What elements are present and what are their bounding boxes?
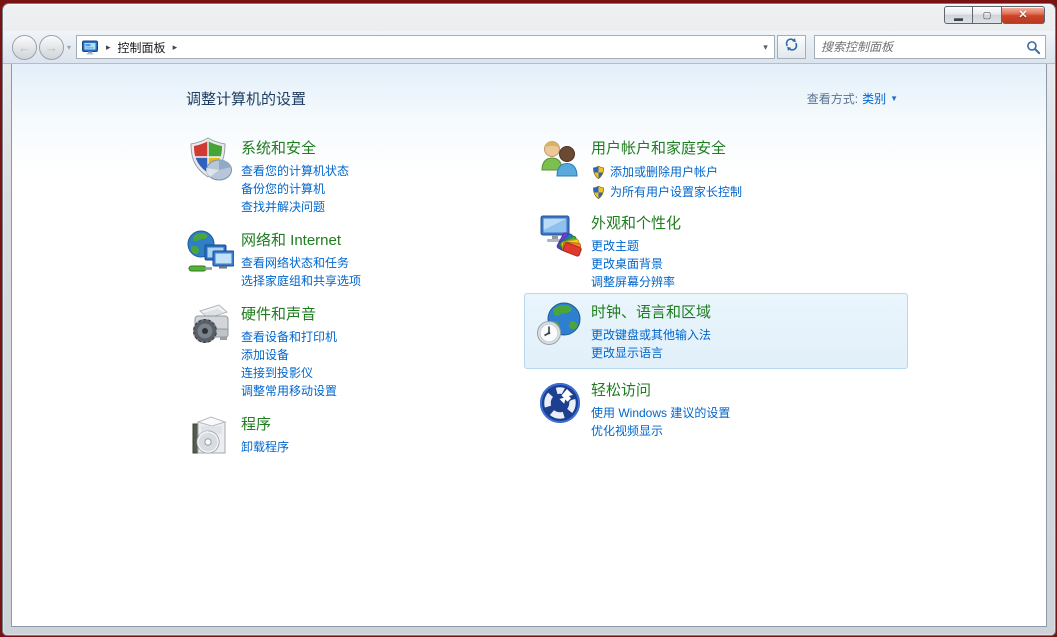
link-connect-projector[interactable]: 连接到投影仪 [241, 364, 337, 382]
content-area: 调整计算机的设置 查看方式: 类别 ▼ [11, 64, 1047, 627]
network-internet-icon[interactable] [186, 228, 234, 276]
ease-of-access-icon[interactable] [536, 378, 584, 426]
breadcrumb-arrow-icon[interactable]: ▸ [106, 42, 111, 53]
link-label: 为所有用户设置家长控制 [610, 182, 742, 202]
maximize-icon: ▢ [983, 11, 992, 20]
address-bar[interactable]: ▸ 控制面板 ▸ ▾ [76, 35, 775, 59]
control-panel-icon [81, 39, 99, 55]
search-icon [1021, 40, 1045, 55]
category-title-ease-of-access[interactable]: 轻松访问 [591, 379, 651, 400]
link-parental-controls[interactable]: 为所有用户设置家长控制 [591, 182, 742, 202]
maximize-button[interactable]: ▢ [973, 6, 1002, 24]
link-change-keyboards-input[interactable]: 更改键盘或其他输入法 [591, 326, 711, 344]
link-view-computer-status[interactable]: 查看您的计算机状态 [241, 162, 349, 180]
titlebar[interactable]: ▬ ▢ ✕ [3, 4, 1055, 31]
close-button[interactable]: ✕ [1002, 6, 1045, 24]
link-adjust-screen-resolution[interactable]: 调整屏幕分辨率 [591, 273, 681, 291]
forward-button[interactable]: → [39, 35, 64, 60]
link-view-devices-printers[interactable]: 查看设备和打印机 [241, 328, 337, 346]
address-history-dropdown-icon[interactable]: ▾ [757, 36, 774, 58]
view-by: 查看方式: 类别 ▼ [807, 90, 898, 107]
link-add-device[interactable]: 添加设备 [241, 346, 337, 364]
control-panel-home: 调整计算机的设置 查看方式: 类别 ▼ [12, 64, 1046, 626]
window-controls: ▬ ▢ ✕ [944, 6, 1045, 24]
category-title-system-security[interactable]: 系统和安全 [241, 137, 316, 158]
link-change-display-language[interactable]: 更改显示语言 [591, 344, 711, 362]
minimize-icon: ▬ [954, 14, 963, 23]
category-title-clock-language-region[interactable]: 时钟、语言和区域 [591, 301, 711, 322]
category-title-network-internet[interactable]: 网络和 Internet [241, 229, 341, 250]
view-by-label: 查看方式: [807, 90, 858, 107]
link-find-fix-problems[interactable]: 查找并解决问题 [241, 198, 349, 216]
navigation-toolbar: ← → ▾ ▸ 控制面板 ▸ ▾ [3, 31, 1055, 64]
minimize-button[interactable]: ▬ [944, 6, 973, 24]
chevron-down-icon: ▼ [890, 94, 898, 103]
category-user-accounts: 用户帐户和家庭安全 [536, 136, 896, 202]
link-suggested-settings[interactable]: 使用 Windows 建议的设置 [591, 404, 730, 422]
recent-pages-dropdown-icon[interactable]: ▾ [67, 43, 71, 52]
category-system-security: 系统和安全 查看您的计算机状态 备份您的计算机 查找并解决问题 [186, 136, 536, 216]
security-shield-icon[interactable] [186, 136, 234, 184]
link-adjust-mobility-settings[interactable]: 调整常用移动设置 [241, 382, 337, 400]
breadcrumb-arrow-icon[interactable]: ▸ [173, 42, 178, 53]
link-add-remove-accounts[interactable]: 添加或删除用户帐户 [591, 162, 742, 182]
link-change-theme[interactable]: 更改主题 [591, 237, 681, 255]
link-change-desktop-background[interactable]: 更改桌面背景 [591, 255, 681, 273]
category-appearance: 外观和个性化 更改主题 更改桌面背景 调整屏幕分辨率 [536, 211, 896, 291]
control-panel-window: ▬ ▢ ✕ ← → ▾ ▸ 控制面板 ▸ ▾ [2, 3, 1056, 636]
link-optimize-visual-display[interactable]: 优化视频显示 [591, 422, 730, 440]
link-view-network-status[interactable]: 查看网络状态和任务 [241, 254, 361, 272]
breadcrumb-control-panel[interactable]: 控制面板 [118, 39, 166, 56]
back-button[interactable]: ← [12, 35, 37, 60]
refresh-icon [784, 37, 799, 57]
category-ease-of-access: 轻松访问 使用 Windows 建议的设置 优化视频显示 [536, 378, 896, 440]
view-by-selector[interactable]: 类别 ▼ [862, 90, 898, 107]
clock-language-region-icon[interactable] [536, 300, 584, 348]
close-icon: ✕ [1018, 10, 1027, 21]
category-title-hardware-sound[interactable]: 硬件和声音 [241, 303, 316, 324]
search-box [814, 35, 1046, 59]
left-column: 系统和安全 查看您的计算机状态 备份您的计算机 查找并解决问题 [186, 136, 536, 472]
back-icon: ← [18, 40, 31, 55]
hardware-sound-icon[interactable] [186, 302, 234, 350]
page-title: 调整计算机的设置 [186, 88, 306, 109]
link-homegroup-sharing[interactable]: 选择家庭组和共享选项 [241, 272, 361, 290]
search-input[interactable] [815, 37, 1021, 57]
link-label: 添加或删除用户帐户 [610, 162, 718, 182]
programs-icon[interactable] [186, 412, 234, 460]
category-grid: 系统和安全 查看您的计算机状态 备份您的计算机 查找并解决问题 [186, 136, 1046, 472]
user-accounts-icon[interactable] [536, 136, 584, 184]
appearance-personalization-icon[interactable] [536, 211, 584, 259]
category-programs: 程序 卸载程序 [186, 412, 536, 460]
category-hardware-sound: 硬件和声音 查看设备和打印机 添加设备 连接到投影仪 调整常用移动设置 [186, 302, 536, 400]
category-title-user-accounts[interactable]: 用户帐户和家庭安全 [591, 137, 726, 158]
link-uninstall-program[interactable]: 卸载程序 [241, 438, 289, 456]
category-clock-language-region[interactable]: 时钟、语言和区域 更改键盘或其他输入法 更改显示语言 [524, 293, 908, 369]
forward-icon: → [45, 40, 58, 55]
link-backup-computer[interactable]: 备份您的计算机 [241, 180, 349, 198]
category-title-programs[interactable]: 程序 [241, 413, 271, 434]
view-by-value: 类别 [862, 90, 886, 107]
right-column: 用户帐户和家庭安全 [536, 136, 896, 472]
uac-shield-icon [591, 165, 606, 180]
refresh-button[interactable] [777, 35, 806, 59]
category-network-internet: 网络和 Internet 查看网络状态和任务 选择家庭组和共享选项 [186, 228, 536, 290]
category-title-appearance[interactable]: 外观和个性化 [591, 212, 681, 233]
uac-shield-icon [591, 185, 606, 200]
